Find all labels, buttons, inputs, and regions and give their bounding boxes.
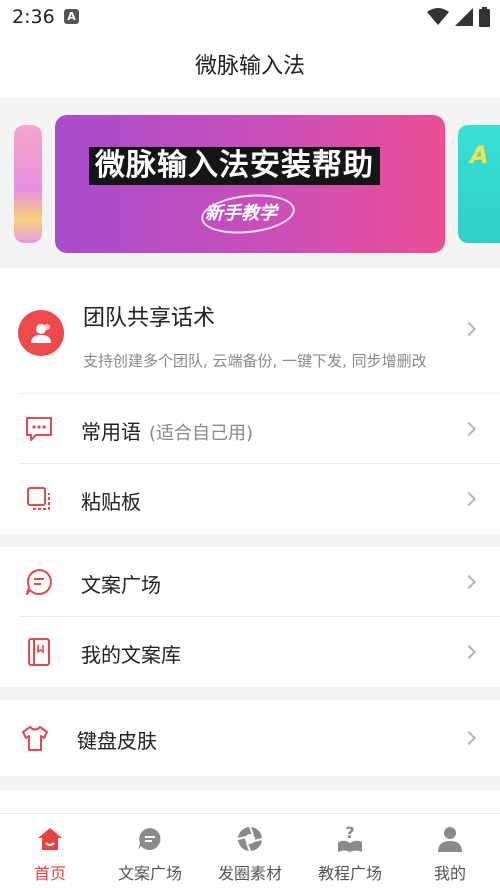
bottom-nav: 首页 文案广场 发圈素材 ? 教程广场 我的 <box>0 813 500 888</box>
next-card-partial <box>0 790 500 813</box>
nav-tutorial-plaza[interactable]: ? 教程广场 <box>300 814 400 888</box>
banner-slide-install-help[interactable]: 微脉输入法安装帮助 新手教学 <box>55 115 445 253</box>
nav-copywriting-plaza-label: 文案广场 <box>117 864 182 883</box>
copywriting-card: 文案广场 我的文案库 <box>0 547 500 687</box>
nav-moments-material-label: 发圈素材 <box>217 864 282 883</box>
wifi-icon <box>427 8 449 25</box>
my-copy-library-label: 我的文案库 <box>81 643 181 667</box>
tshirt-icon <box>18 721 52 755</box>
common-phrases-note: (适合自己用) <box>149 423 254 444</box>
chat-icon <box>135 824 165 854</box>
book-icon <box>22 635 56 669</box>
keyboard-skin-row[interactable]: 键盘皮肤 <box>0 700 500 776</box>
banner-next-text: A <box>470 141 489 169</box>
chevron-right-icon <box>461 321 477 337</box>
nav-copywriting-plaza[interactable]: 文案广场 <box>100 814 200 888</box>
home-icon <box>35 824 65 854</box>
status-bar: 2:36 A <box>0 0 500 36</box>
chevron-right-icon <box>461 730 477 746</box>
notification-app-icon: A <box>64 9 79 24</box>
banner-subtitle: 新手教学 <box>205 203 277 224</box>
nav-tutorial-plaza-label: 教程广场 <box>317 864 382 883</box>
common-phrases-title: 常用语 <box>81 420 141 444</box>
nav-home-label: 首页 <box>33 864 66 883</box>
battery-icon <box>479 7 490 27</box>
team-description: 支持创建多个团队, 云端备份, 一键下发, 同步增删改 <box>83 352 427 370</box>
copywriting-plaza-label: 文案广场 <box>81 573 161 597</box>
keyboard-skin-card: 键盘皮肤 <box>0 700 500 776</box>
status-time: 2:36 <box>12 6 55 28</box>
status-icons <box>427 7 490 27</box>
chevron-right-icon <box>461 574 477 590</box>
clipboard-label: 粘贴板 <box>81 490 141 514</box>
message-bubble-icon <box>22 412 56 446</box>
nav-moments-material[interactable]: 发圈素材 <box>200 814 300 888</box>
signal-icon <box>455 8 473 26</box>
nav-mine[interactable]: 我的 <box>400 814 500 888</box>
app-bar: 微脉输入法 <box>0 36 500 98</box>
banner-title: 微脉输入法安装帮助 <box>89 147 380 185</box>
clipboard-icon <box>22 482 56 516</box>
clipboard-row[interactable]: 粘贴板 <box>0 464 500 534</box>
chat-lines-icon <box>22 565 56 599</box>
banner-prev-slide[interactable] <box>14 125 42 243</box>
common-phrases-row[interactable]: 常用语 (适合自己用) <box>0 394 500 464</box>
team-avatar-icon <box>18 310 64 356</box>
my-copy-library-row[interactable]: 我的文案库 <box>0 617 500 687</box>
banner-next-slide[interactable]: A <box>458 125 500 243</box>
common-phrases-label: 常用语 (适合自己用) <box>81 416 253 445</box>
team-title: 团队共享话术 <box>83 306 216 331</box>
aperture-icon <box>235 824 265 854</box>
page-title: 微脉输入法 <box>194 54 305 79</box>
nav-home[interactable]: 首页 <box>0 814 100 888</box>
svg-text:?: ? <box>345 824 354 842</box>
chevron-right-icon <box>461 491 477 507</box>
question-book-icon: ? <box>335 824 365 854</box>
nav-mine-label: 我的 <box>433 864 466 883</box>
chevron-right-icon <box>461 644 477 660</box>
copywriting-plaza-row[interactable]: 文案广场 <box>0 547 500 617</box>
team-shared-scripts-row[interactable]: 团队共享话术 支持创建多个团队, 云端备份, 一键下发, 同步增删改 <box>0 268 500 394</box>
tools-card: 团队共享话术 支持创建多个团队, 云端备份, 一键下发, 同步增删改 常用语 (适… <box>0 268 500 534</box>
banner-carousel[interactable]: 微脉输入法安装帮助 新手教学 A <box>0 98 500 268</box>
user-icon <box>435 824 465 854</box>
chevron-right-icon <box>461 421 477 437</box>
keyboard-skin-label: 键盘皮肤 <box>77 729 157 753</box>
